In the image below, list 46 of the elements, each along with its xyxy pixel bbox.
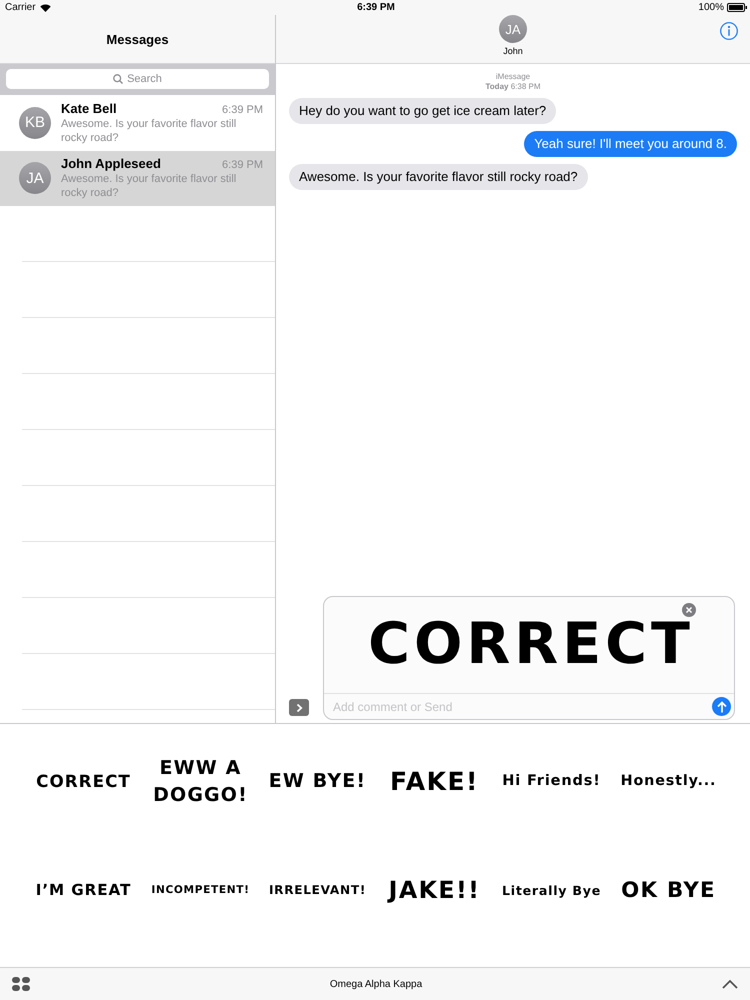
search-icon [113, 74, 124, 84]
apps-icon[interactable] [12, 977, 30, 991]
message-timestamp: Today 6:38 PM [486, 82, 540, 92]
close-icon[interactable] [682, 603, 696, 617]
send-button[interactable] [712, 697, 731, 716]
sticker[interactable]: INCOMPETENT! [151, 883, 250, 898]
battery-icon [726, 3, 747, 12]
contact-name: Kate Bell [61, 100, 117, 117]
sticker[interactable]: CORRECT [36, 770, 131, 794]
message-bubble: Hey do you want to go get ice cream later? [289, 98, 556, 124]
avatar: JA [499, 15, 527, 43]
carrier-name: Carrier [5, 2, 36, 13]
service-label: iMessage [496, 72, 530, 82]
app-title: Omega Alpha Kappa [330, 978, 422, 990]
sticker[interactable]: FAKE! [390, 764, 479, 799]
sticker[interactable]: EWW A DOGGO! [148, 754, 252, 808]
avatar: JA [19, 162, 51, 194]
sticker-text: CORRECT [367, 622, 694, 668]
arrow-up-icon [716, 700, 726, 712]
message-bubble: Awesome. Is your favorite flavor still rocky road? [289, 164, 588, 190]
conversation-row[interactable]: KB Kate Bell 6:39 PM Awesome. Is your favorite flavor still rocky road? [0, 95, 275, 150]
sticker[interactable]: EW BYE! [268, 768, 366, 795]
message-preview: Awesome. Is your favorite flavor still rocky road? [61, 172, 238, 200]
avatar: KB [19, 106, 51, 139]
battery-level: 100% [698, 2, 724, 13]
sticker[interactable]: I’M GREAT [36, 880, 132, 902]
conversation-row[interactable]: JA John Appleseed 6:39 PM Awesome. Is your favorite flavor still rocky road? [0, 150, 275, 206]
sticker[interactable]: OK BYE [621, 876, 716, 906]
sticker[interactable]: JAKE!! [388, 874, 480, 908]
info-icon[interactable] [720, 22, 738, 40]
message-time: 6:39 PM [222, 104, 263, 116]
chevron-up-icon[interactable] [722, 979, 738, 989]
message-preview: Awesome. Is your favorite flavor still rocky road? [61, 116, 238, 145]
contact-name: John Appleseed [61, 156, 161, 172]
message-bubble: Yeah sure! I'll meet you around 8. [524, 131, 737, 157]
sticker[interactable]: Honestly... [620, 771, 716, 792]
sidebar-title: Messages [106, 32, 169, 46]
contact-name: John [503, 46, 523, 56]
message-time: 6:39 PM [222, 159, 263, 172]
chevron-right-icon [296, 702, 302, 712]
sticker[interactable]: Literally Bye [502, 882, 602, 900]
expand-button[interactable] [289, 699, 309, 716]
status-time: 6:39 PM [357, 2, 395, 13]
sticker[interactable]: IRRELEVANT! [268, 882, 366, 899]
wifi-icon [40, 4, 51, 12]
sticker[interactable]: Hi Friends! [502, 771, 601, 792]
